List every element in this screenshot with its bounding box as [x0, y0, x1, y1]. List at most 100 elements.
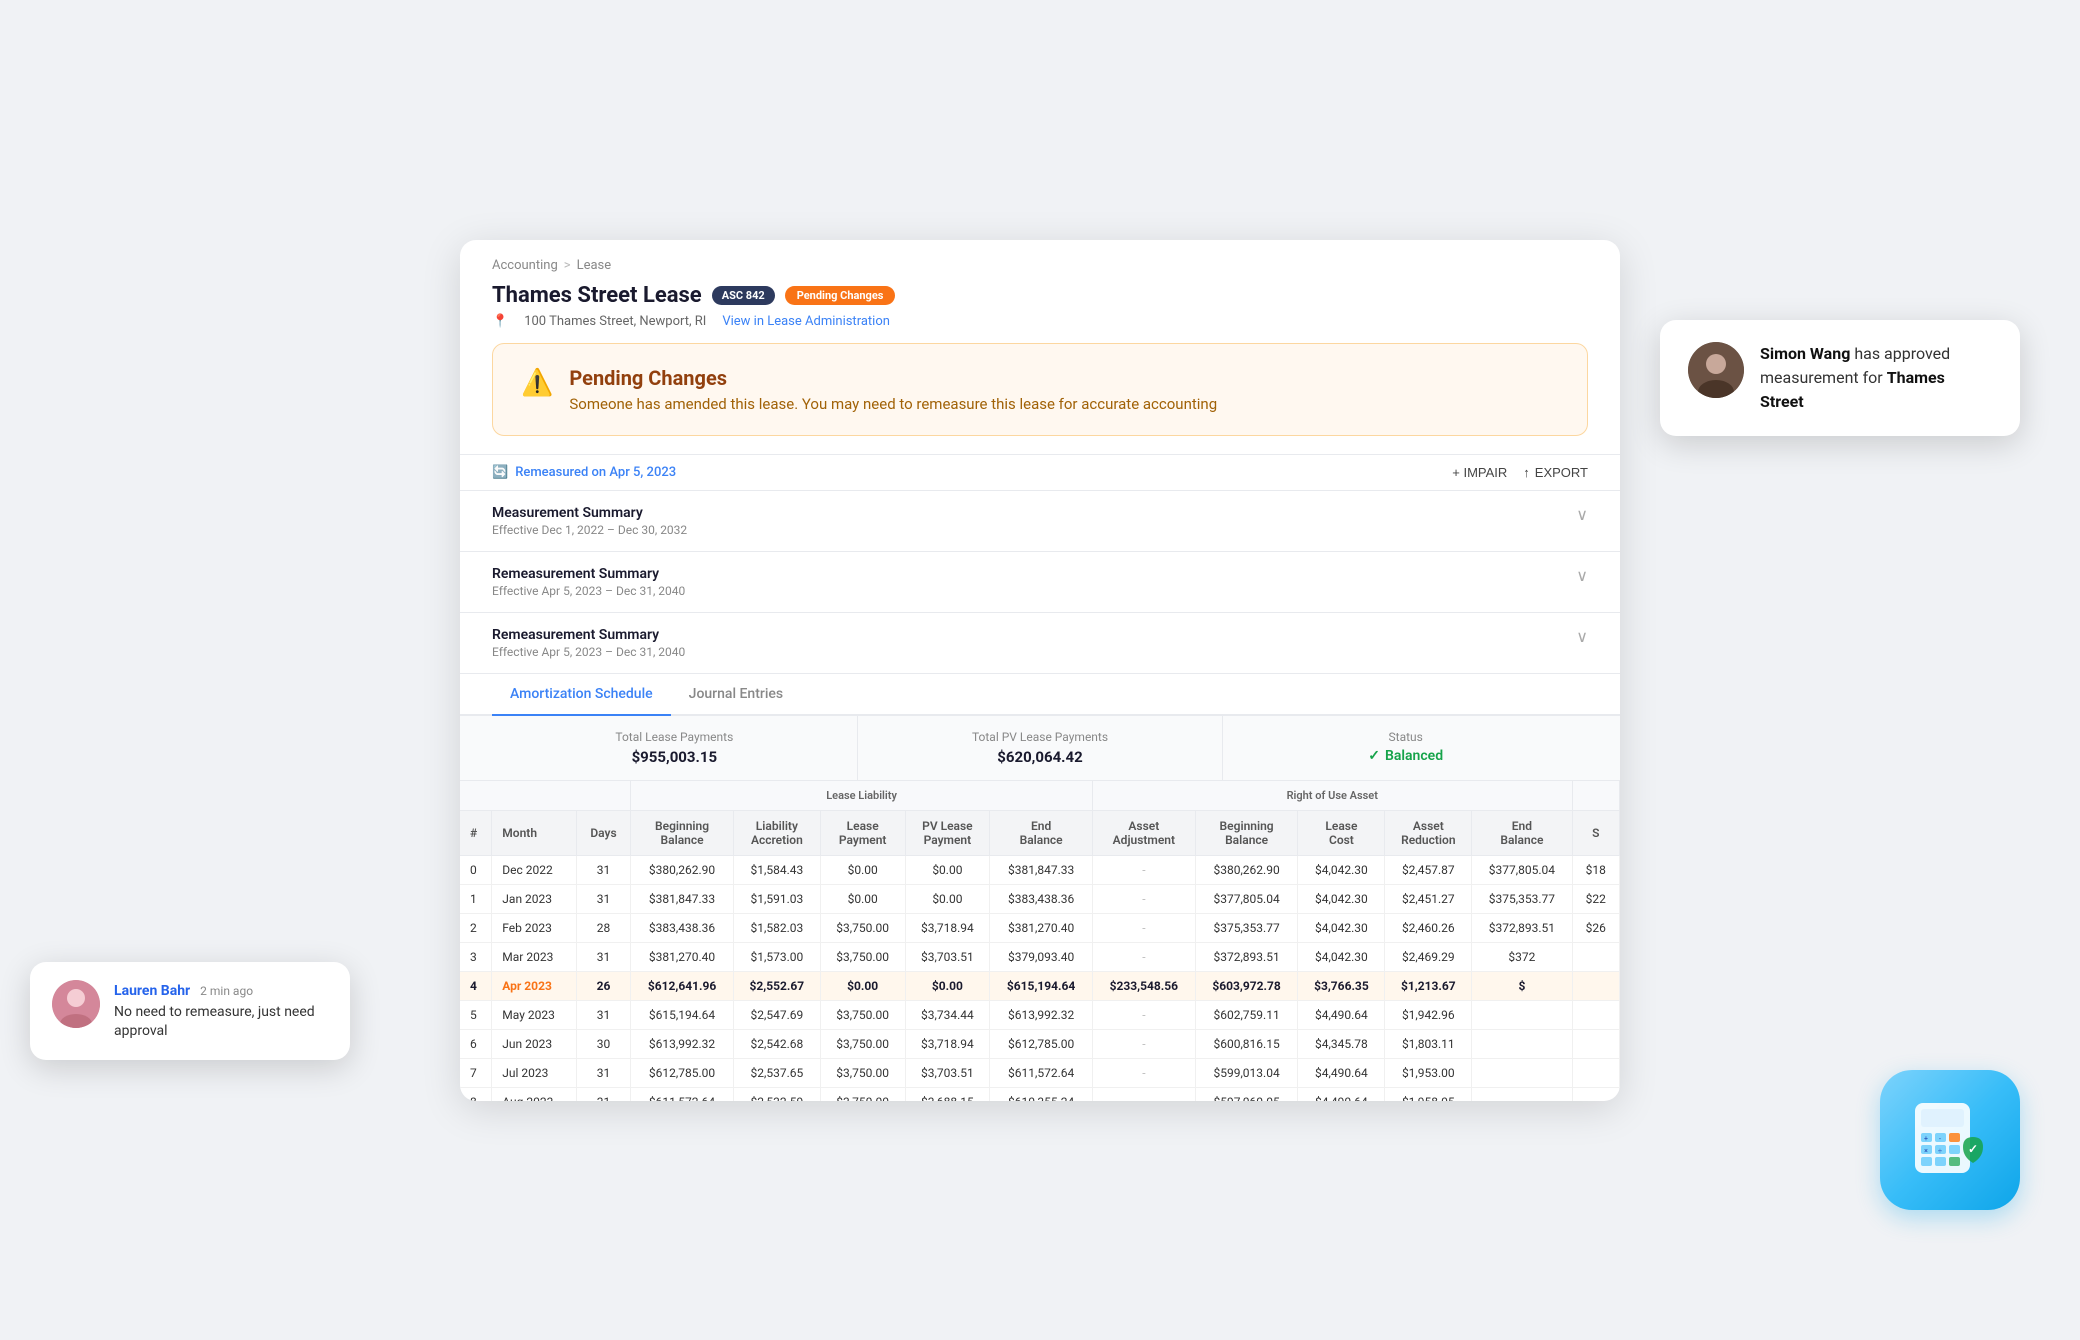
cell-lease-pay: $3,750.00 [820, 1029, 905, 1058]
stat-value-lease-payments: $955,003.15 [512, 748, 837, 766]
cell-asset-adj: - [1092, 855, 1195, 884]
cell-num: 8 [460, 1087, 492, 1101]
cell-ll-end: $615,194.64 [990, 971, 1093, 1000]
summary-title-1: Remeasurement Summary [492, 566, 685, 582]
cell-asset-adj: - [1092, 913, 1195, 942]
summary-section-0[interactable]: Measurement Summary Effective Dec 1, 202… [460, 491, 1620, 552]
lauren-header: Lauren Bahr 2 min ago [114, 980, 328, 999]
cell-rou-beg: $377,805.04 [1195, 884, 1298, 913]
th-ll-end: EndBalance [990, 810, 1093, 855]
badge-asc: ASC 842 [712, 286, 775, 305]
remeasured-bar: 🔄 Remeasured on Apr 5, 2023 + IMPAIR ↑ E… [460, 454, 1620, 491]
cell-lease-pay: $0.00 [820, 884, 905, 913]
dash: - [1142, 1095, 1145, 1101]
cell-ll-beg: $381,270.40 [631, 942, 734, 971]
summary-content-1: Remeasurement Summary Effective Apr 5, 2… [492, 566, 685, 598]
cell-num: 4 [460, 971, 492, 1000]
cell-ll-end: $383,438.36 [990, 884, 1093, 913]
cell-asset-adj: - [1092, 1058, 1195, 1087]
calculator-card: ✓ + - × ÷ [1880, 1070, 2020, 1210]
banner-text: Someone has amended this lease. You may … [569, 395, 1217, 413]
dash: - [1142, 1066, 1145, 1080]
cell-rou-end: $377,805.04 [1472, 855, 1572, 884]
cell-month: Jun 2023 [492, 1029, 577, 1058]
col-group-rou-asset: Right of Use Asset [1092, 781, 1572, 811]
banner-content: Pending Changes Someone has amended this… [569, 366, 1217, 413]
cell-rou-end [1472, 1058, 1572, 1087]
cell-s: $22 [1572, 884, 1620, 913]
cell-lease-cost: $4,345.78 [1298, 1029, 1385, 1058]
cell-asset-adj: $233,548.56 [1092, 971, 1195, 1000]
cell-ll-end: $613,992.32 [990, 1000, 1093, 1029]
cell-days: 26 [576, 971, 630, 1000]
cell-num: 6 [460, 1029, 492, 1058]
page-title-row: Thames Street Lease ASC 842 Pending Chan… [492, 283, 1588, 308]
simon-name: Simon Wang [1760, 344, 1850, 363]
cell-days: 31 [576, 1087, 630, 1101]
cell-ll-end: $381,270.40 [990, 913, 1093, 942]
lease-admin-link[interactable]: View in Lease Administration [722, 314, 890, 329]
cell-ll-beg: $380,262.90 [631, 855, 734, 884]
cell-lease-pay: $3,750.00 [820, 942, 905, 971]
col-group-lease-liability: Lease Liability [631, 781, 1093, 811]
dash: - [1142, 921, 1145, 935]
col-group-empty [460, 781, 631, 811]
summary-section-1[interactable]: Remeasurement Summary Effective Apr 5, 2… [460, 552, 1620, 613]
cell-month: Apr 2023 [492, 971, 577, 1000]
cell-rou-end: $375,353.77 [1472, 884, 1572, 913]
calculator-icon: ✓ + - × ÷ [1905, 1095, 1995, 1185]
tabs-row: Amortization Schedule Journal Entries [460, 674, 1620, 716]
cell-asset-red: $1,942.96 [1385, 1000, 1472, 1029]
svg-text:×: × [1924, 1147, 1928, 1155]
amortization-table-wrapper[interactable]: Lease Liability Right of Use Asset # Mon… [460, 781, 1620, 1101]
cell-lease-cost: $4,490.64 [1298, 1000, 1385, 1029]
cell-ll-beg: $381,847.33 [631, 884, 734, 913]
page-title: Thames Street Lease [492, 283, 702, 308]
cell-lease-pay: $3,750.00 [820, 1087, 905, 1101]
impair-button[interactable]: + IMPAIR [1452, 465, 1507, 480]
summary-date-1: Effective Apr 5, 2023 – Dec 31, 2040 [492, 584, 685, 598]
status-text: Balanced [1385, 748, 1443, 764]
cell-s [1572, 1000, 1620, 1029]
cell-asset-red: $2,457.87 [1385, 855, 1472, 884]
cell-asset-red: $1,213.67 [1385, 971, 1472, 1000]
lauren-time: 2 min ago [200, 984, 253, 998]
cell-rou-beg: $603,972.78 [1195, 971, 1298, 1000]
cell-ll-end: $381,847.33 [990, 855, 1093, 884]
cell-rou-beg: $597,060.05 [1195, 1087, 1298, 1101]
breadcrumb: Accounting > Lease [460, 240, 1620, 279]
cell-num: 2 [460, 913, 492, 942]
cell-rou-beg: $600,816.15 [1195, 1029, 1298, 1058]
cell-pv-pay: $3,703.51 [905, 1058, 990, 1087]
summary-date-0: Effective Dec 1, 2022 – Dec 30, 2032 [492, 523, 687, 537]
breadcrumb-current: Lease [577, 258, 612, 273]
dash: - [1142, 1008, 1145, 1022]
cell-ll-acc: $1,584.43 [733, 855, 820, 884]
pending-banner: ⚠️ Pending Changes Someone has amended t… [492, 343, 1588, 436]
summary-title-2: Remeasurement Summary [492, 627, 685, 643]
svg-text:-: - [1939, 1135, 1941, 1143]
cell-lease-pay: $3,750.00 [820, 1058, 905, 1087]
cell-days: 31 [576, 884, 630, 913]
cell-asset-adj: - [1092, 1000, 1195, 1029]
cell-asset-red: $1,803.11 [1385, 1029, 1472, 1058]
page-header: Thames Street Lease ASC 842 Pending Chan… [460, 279, 1620, 343]
th-ll-beg: BeginningBalance [631, 810, 734, 855]
export-icon: ↑ [1523, 465, 1530, 480]
export-button[interactable]: ↑ EXPORT [1523, 465, 1588, 480]
summary-sections: Measurement Summary Effective Dec 1, 202… [460, 491, 1620, 674]
table-header-row: # Month Days BeginningBalance LiabilityA… [460, 810, 1620, 855]
breadcrumb-parent[interactable]: Accounting [492, 258, 558, 273]
cell-s [1572, 942, 1620, 971]
chevron-icon-1: ∨ [1576, 566, 1588, 585]
tab-journal-entries[interactable]: Journal Entries [671, 674, 801, 716]
lauren-content: Lauren Bahr 2 min ago No need to remeasu… [114, 980, 328, 1042]
dash: - [1142, 1037, 1145, 1051]
cell-rou-end: $ [1472, 971, 1572, 1000]
cell-ll-beg: $615,194.64 [631, 1000, 734, 1029]
tab-amortization-schedule[interactable]: Amortization Schedule [492, 674, 671, 716]
th-s: S [1572, 810, 1620, 855]
cell-ll-acc: $2,547.69 [733, 1000, 820, 1029]
summary-section-2[interactable]: Remeasurement Summary Effective Apr 5, 2… [460, 613, 1620, 674]
cell-pv-pay: $3,688.15 [905, 1087, 990, 1101]
